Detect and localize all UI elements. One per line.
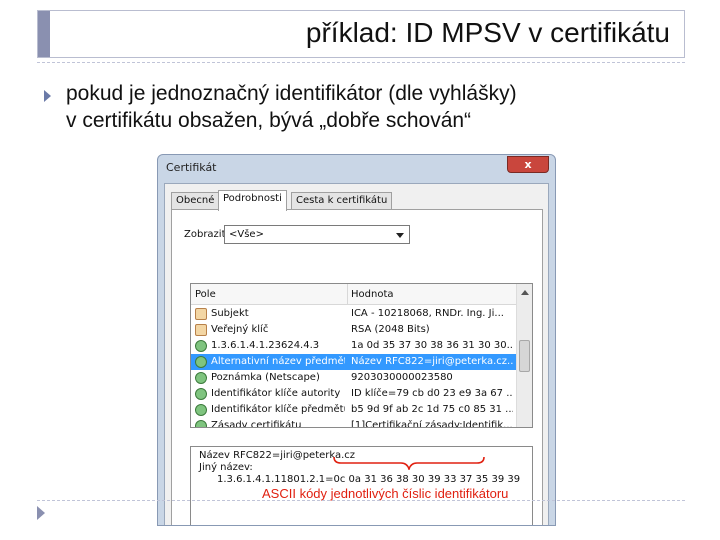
- bullet-arrow-icon: [44, 90, 51, 102]
- field-name: Identifikátor klíče předmětu: [211, 404, 345, 415]
- certificate-field-icon: [195, 308, 207, 320]
- dialog-title: Certifikát: [166, 161, 217, 174]
- footer-arrow-icon: [37, 506, 45, 520]
- field-value: ICA - 10218068, RNDr. Ing. Ji...: [351, 308, 504, 319]
- field-value: 1a 0d 35 37 30 38 36 31 30 30...: [351, 340, 513, 351]
- extension-icon: [195, 388, 207, 400]
- tab-details[interactable]: Podrobnosti: [218, 190, 287, 211]
- bullet-line-1: pokud je jednoznačný identifikátor (dle …: [66, 82, 517, 105]
- annotation-brace: [333, 456, 485, 470]
- list-item[interactable]: Veřejný klíč RSA (2048 Bits): [191, 322, 517, 338]
- scroll-up-icon[interactable]: [521, 290, 529, 295]
- list-item[interactable]: Subjekt ICA - 10218068, RNDr. Ing. Ji...: [191, 306, 517, 322]
- list-item[interactable]: 1.3.6.1.4.1.23624.4.3 1a 0d 35 37 30 38 3…: [191, 338, 517, 354]
- list-item[interactable]: Identifikátor klíče předmětu b5 9d 9f ab …: [191, 402, 517, 418]
- show-dropdown[interactable]: <Vše>: [224, 225, 410, 244]
- list-rows: Subjekt ICA - 10218068, RNDr. Ing. Ji... V…: [191, 306, 517, 428]
- list-item[interactable]: Identifikátor klíče autority ID klíče=79 …: [191, 386, 517, 402]
- field-value: Název RFC822=jiri@peterka.cz...: [351, 356, 513, 367]
- extension-icon: [195, 356, 207, 368]
- field-name: Poznámka (Netscape): [211, 372, 320, 383]
- field-name: Alternativní název předmětu: [211, 356, 345, 367]
- certificate-dialog: Certifikát x Obecné Podrobnosti Cesta k …: [157, 154, 556, 526]
- field-value: b5 9d 9f ab 2c 1d 75 c0 85 31 ...: [351, 404, 513, 415]
- field-name: 1.3.6.1.4.1.23624.4.3: [211, 340, 320, 351]
- certificate-field-icon: [195, 324, 207, 336]
- field-value: [1]Certifikační zásady:Identifik...: [351, 420, 513, 428]
- close-icon: x: [524, 158, 532, 171]
- annotation-text: ASCII kódy jednotlivých číslic identifik…: [262, 486, 509, 501]
- bullet-text: pokud je jednoznačný identifikátor (dle …: [66, 80, 666, 134]
- column-separator[interactable]: [347, 284, 348, 305]
- extension-icon: [195, 420, 207, 427]
- title-accent-bar: [38, 11, 50, 57]
- list-scrollbar[interactable]: [516, 284, 532, 427]
- tab-general[interactable]: Obecné: [171, 192, 220, 210]
- show-dropdown-value: <Vše>: [229, 229, 264, 240]
- field-name: Subjekt: [211, 308, 249, 319]
- extension-icon: [195, 404, 207, 416]
- detail-line-2: Jiný název:: [199, 462, 253, 473]
- slide-title-bar: příklad: ID MPSV v certifikátu: [37, 10, 685, 58]
- field-name: Zásady certifikátu: [211, 420, 302, 428]
- tab-certification-path[interactable]: Cesta k certifikátu: [291, 192, 393, 210]
- column-header-value[interactable]: Hodnota: [351, 289, 394, 300]
- dialog-body: Obecné Podrobnosti Cesta k certifikátu Z…: [164, 183, 549, 525]
- detail-line-3: 1.3.6.1.4.1.11801.2.1=0c 0a 31 36 38 30 …: [217, 474, 521, 485]
- footer-divider: [37, 500, 685, 501]
- column-header-field[interactable]: Pole: [195, 289, 216, 300]
- list-item[interactable]: Alternativní název předmětu Název RFC822=…: [191, 354, 517, 370]
- detail-line-1: Název RFC822=jiri@peterka.cz: [199, 450, 356, 461]
- field-value: ID klíče=79 cb d0 23 e9 3a 67 ...: [351, 388, 513, 399]
- field-name: Identifikátor klíče autority: [211, 388, 341, 399]
- details-panel: Zobrazit: <Vše> Pole Hodnota Subjekt ICA …: [171, 209, 543, 525]
- extension-icon: [195, 372, 207, 384]
- field-value: RSA (2048 Bits): [351, 324, 430, 335]
- slide-title: příklad: ID MPSV v certifikátu: [305, 17, 670, 48]
- chevron-down-icon: [396, 233, 404, 238]
- bullet-line-2: v certifikátu obsažen, bývá „dobře schov…: [66, 109, 472, 132]
- list-item[interactable]: Zásady certifikátu [1]Certifikační zásady…: [191, 418, 517, 428]
- fields-list[interactable]: Pole Hodnota Subjekt ICA - 10218068, RNDr…: [190, 283, 533, 428]
- field-name: Veřejný klíč: [211, 324, 269, 335]
- title-divider: [37, 62, 685, 63]
- list-header: Pole Hodnota: [191, 284, 517, 305]
- scroll-thumb[interactable]: [519, 340, 530, 372]
- close-button[interactable]: x: [507, 156, 549, 173]
- list-item[interactable]: Poznámka (Netscape) 9203030000023580: [191, 370, 517, 386]
- extension-icon: [195, 340, 207, 352]
- field-value: 9203030000023580: [351, 372, 453, 383]
- show-label: Zobrazit:: [184, 229, 229, 240]
